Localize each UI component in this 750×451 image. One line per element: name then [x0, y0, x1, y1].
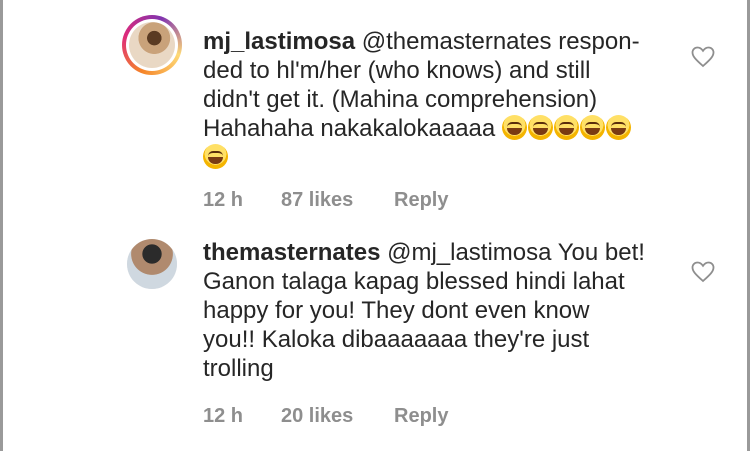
- comment-line: ded to hl'm/her (who knows) and still: [203, 57, 591, 84]
- laughing-emoji-icon: [553, 115, 579, 140]
- comments-panel: mj_lastimosa @themasternates respon- ded…: [0, 0, 750, 451]
- reply-button[interactable]: Reply: [394, 405, 448, 428]
- comment-text: respon-: [551, 28, 640, 55]
- comment-time: 12 h: [203, 189, 244, 211]
- comment-line: trolling: [203, 355, 274, 382]
- comment-text: You bet!: [551, 239, 645, 266]
- comment-line: Ganon talaga kapag blessed hindi lahat: [203, 268, 625, 295]
- heart-icon[interactable]: [691, 261, 715, 283]
- comment-text: Hahahaha nakakalokaaaaa: [203, 115, 496, 142]
- reply-button[interactable]: Reply: [394, 189, 448, 212]
- comment-line: you!! Kaloka dibaaaaaaa they're just: [203, 326, 590, 353]
- laughing-emoji-icon: [203, 144, 228, 169]
- laughing-emoji-icon: [605, 115, 631, 140]
- avatar-mj-lastimosa[interactable]: [122, 15, 182, 75]
- profile-photo: [127, 239, 177, 289]
- comment-line: happy for you! They dont even know: [203, 297, 590, 324]
- laughing-emoji-icon: [501, 115, 527, 140]
- comment-mention[interactable]: @themasternates: [362, 28, 552, 55]
- comment-mention[interactable]: @mj_lastimosa: [387, 239, 551, 266]
- avatar-themasternates[interactable]: [127, 239, 177, 289]
- laughing-emoji-icon: [579, 115, 605, 140]
- likes-count[interactable]: 87 likes: [281, 189, 353, 212]
- comment-username[interactable]: themasternates: [203, 239, 380, 266]
- comment-body: themasternates @mj_lastimosa You bet! Ga…: [203, 238, 673, 383]
- comment-line: didn't get it. (Mahina comprehension): [203, 86, 598, 113]
- comment-time: 12 h: [203, 405, 244, 427]
- profile-photo: [129, 22, 175, 68]
- laughing-emoji-icon: [527, 115, 553, 140]
- comment-line: Hahahaha nakakalokaaaaa: [203, 114, 673, 143]
- comment-line: [203, 143, 673, 172]
- likes-count[interactable]: 20 likes: [281, 405, 353, 428]
- heart-icon[interactable]: [691, 46, 715, 68]
- comment-line: themasternates @mj_lastimosa You bet!: [203, 238, 673, 267]
- comment-username[interactable]: mj_lastimosa: [203, 28, 355, 55]
- comment-body: mj_lastimosa @themasternates respon- ded…: [203, 27, 673, 172]
- comment-line: mj_lastimosa @themasternates respon-: [203, 27, 673, 56]
